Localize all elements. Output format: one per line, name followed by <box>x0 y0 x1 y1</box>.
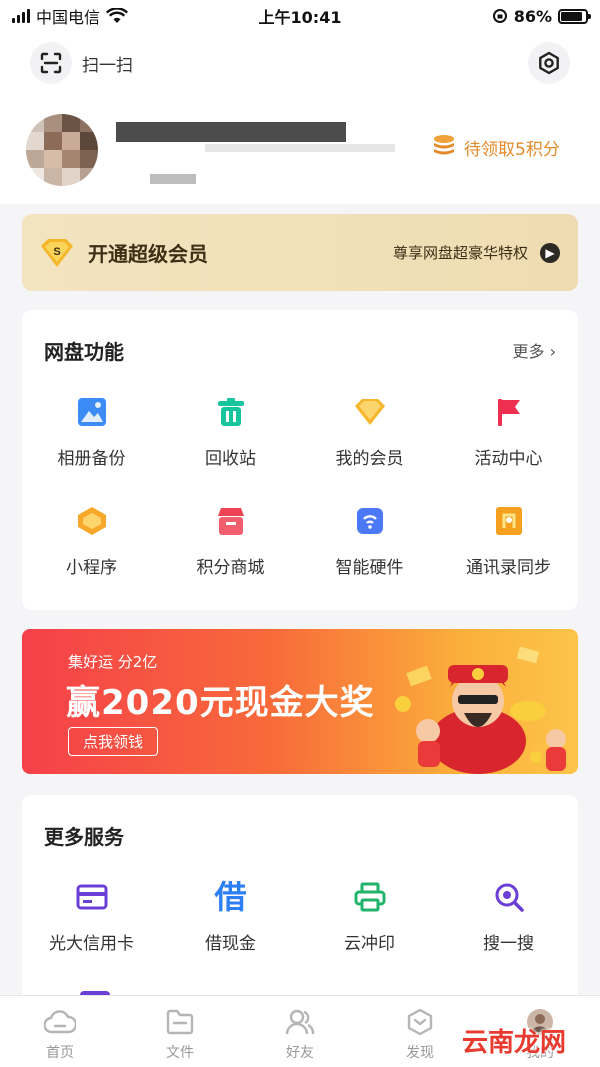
rotation-lock-icon <box>492 9 507 23</box>
tab-label: 首页 <box>46 1045 74 1061</box>
discover-icon <box>406 1008 434 1036</box>
feature-photo[interactable]: 相册备份 <box>22 396 161 469</box>
borrow-icon: 借 <box>214 878 247 916</box>
feature-label: 相册备份 <box>57 449 126 469</box>
tab-home-cloud[interactable]: 首页 <box>0 996 120 1067</box>
store-icon <box>215 505 247 537</box>
printer-icon <box>354 881 386 913</box>
feature-label: 小程序 <box>66 558 117 578</box>
user-info-obscured <box>150 174 196 184</box>
points-entry[interactable]: 待领取5积分 <box>432 134 560 160</box>
promo-banner[interactable]: 集好运 分2亿 赢2020元现金大奖 点我领钱 <box>22 629 578 774</box>
tab-folder[interactable]: 文件 <box>120 996 240 1067</box>
more-link[interactable]: 更多 › <box>513 338 557 362</box>
feature-label: 积分商城 <box>196 558 265 578</box>
search-icon <box>493 881 525 913</box>
banner-headline: 赢2020元现金大奖 <box>66 683 375 723</box>
feature-label: 搜一搜 <box>483 934 534 954</box>
home-cloud-icon <box>44 1008 76 1036</box>
flag-icon <box>493 396 525 428</box>
feature-label: 活动中心 <box>474 449 543 469</box>
photo-icon <box>76 396 108 428</box>
feature-hardware[interactable]: 智能硬件 <box>300 505 439 578</box>
battery-icon <box>558 8 591 24</box>
feature-label: 回收站 <box>205 449 256 469</box>
battery-level <box>561 11 582 21</box>
feature-label: 云冲印 <box>344 934 395 954</box>
friends-icon <box>285 1008 315 1036</box>
points-label: 待领取5积分 <box>464 139 560 160</box>
settings-icon <box>539 51 559 75</box>
feature-diamond[interactable]: 我的会员 <box>300 396 439 469</box>
more-services-card: 更多服务 光大信用卡借借现金 云冲印 搜一搜 <box>22 795 578 1005</box>
chevron-right-icon: ▶ <box>540 242 560 263</box>
wifi-icon <box>106 8 129 23</box>
trash-icon <box>215 396 247 428</box>
feature-store[interactable]: 积分商城 <box>161 505 300 578</box>
status-left: 中国电信 <box>12 4 129 28</box>
contacts-icon <box>493 505 525 537</box>
fortune-god-illustration <box>395 646 566 774</box>
feature-contacts[interactable]: 通讯录同步 <box>439 505 578 578</box>
status-bar: 中国电信 上午10:41 86% <box>0 0 600 32</box>
feature-flag[interactable]: 活动中心 <box>439 396 578 469</box>
status-right: 86% <box>492 6 591 26</box>
banner-subtitle: 集好运 分2亿 <box>68 653 158 671</box>
avatar[interactable] <box>26 114 98 186</box>
feature-credit-card[interactable]: 光大信用卡 <box>22 881 161 954</box>
settings-button[interactable] <box>528 42 570 84</box>
feature-borrow[interactable]: 借借现金 <box>161 881 300 954</box>
feature-label: 智能硬件 <box>335 558 404 578</box>
tab-label: 发现 <box>406 1045 434 1061</box>
username-obscured <box>116 122 346 142</box>
feature-trash[interactable]: 回收站 <box>161 396 300 469</box>
banner-claim-button[interactable]: 点我领钱 <box>68 727 159 756</box>
more-services-title: 更多服务 <box>44 825 124 849</box>
tab-friends[interactable]: 好友 <box>240 996 360 1067</box>
svg-text:S: S <box>53 246 60 258</box>
vip-title: 开通超级会员 <box>88 242 208 266</box>
folder-icon <box>166 1008 194 1036</box>
scan-label[interactable]: 扫一扫 <box>82 51 133 76</box>
profile-section: 待领取5积分 <box>0 94 600 204</box>
vip-subtitle: 尊享网盘超豪华特权 <box>392 244 528 262</box>
tab-label: 文件 <box>166 1045 194 1061</box>
mini-program-icon <box>76 505 108 537</box>
scan-button[interactable] <box>30 42 72 84</box>
vip-badge-icon: S <box>41 238 73 267</box>
feature-mini-program[interactable]: 小程序 <box>22 505 161 578</box>
disk-functions-title: 网盘功能 <box>44 340 124 364</box>
top-bar: 扫一扫 <box>0 32 600 94</box>
feature-label: 我的会员 <box>335 449 404 469</box>
watermark-text: 云南龙网 <box>462 1028 567 1058</box>
carrier-label: 中国电信 <box>36 8 101 27</box>
feature-printer[interactable]: 云冲印 <box>300 881 439 954</box>
feature-search[interactable]: 搜一搜 <box>439 881 578 954</box>
feature-label: 光大信用卡 <box>49 934 134 954</box>
tab-label: 好友 <box>286 1045 314 1061</box>
hardware-icon <box>354 505 386 537</box>
battery-percent: 86% <box>513 6 552 26</box>
disk-functions-card: 网盘功能 更多 › 相册备份 回收站 我的会员 活动中心 小程序 积分商城 智能硬件 通讯录… <box>22 310 578 610</box>
credit-card-icon <box>76 881 108 913</box>
feature-label: 借现金 <box>205 934 256 954</box>
vip-banner[interactable]: S 开通超级会员 尊享网盘超豪华特权 ▶ <box>22 214 578 291</box>
feature-label: 通讯录同步 <box>466 558 551 578</box>
username-obscured-extra <box>205 144 395 152</box>
coins-icon <box>434 135 454 155</box>
scan-icon <box>40 52 62 74</box>
diamond-icon <box>354 396 386 428</box>
signal-icon <box>12 9 30 23</box>
